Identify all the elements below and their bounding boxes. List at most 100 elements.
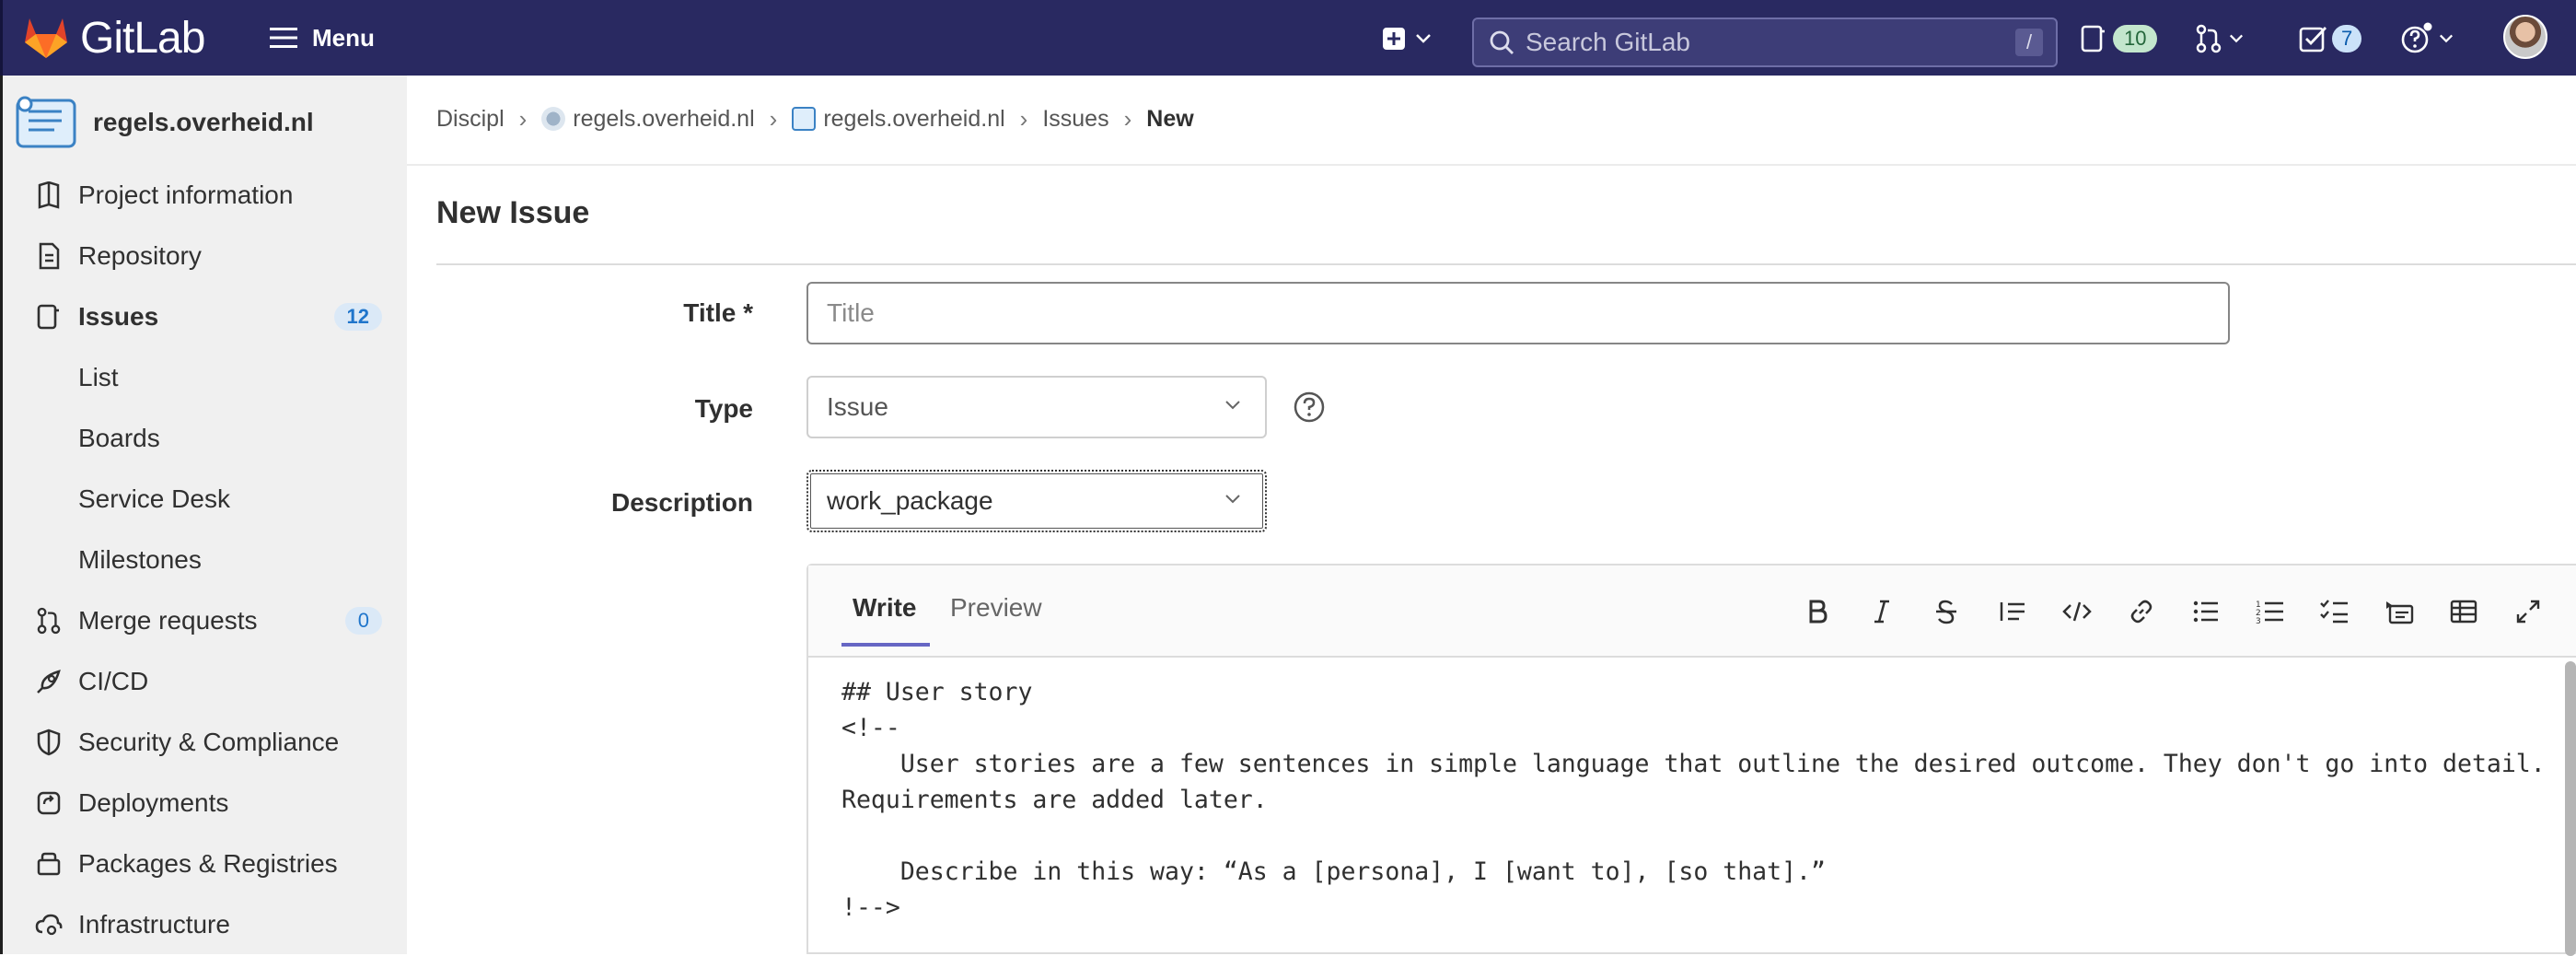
italic-button[interactable] <box>1863 593 1900 630</box>
plus-square-icon <box>1383 28 1405 50</box>
issues-count-badge: 10 <box>2113 25 2158 52</box>
chevron-down-icon <box>1416 34 1431 43</box>
menu-button[interactable]: Menu <box>270 18 375 57</box>
shield-icon <box>32 726 65 759</box>
project-name: regels.overheid.nl <box>93 108 314 136</box>
sidebar-item-issues[interactable]: Issues 12 <box>32 293 382 341</box>
type-help-button[interactable] <box>1293 391 1326 428</box>
sidebar-item-label: Boards <box>78 424 160 452</box>
strikethrough-icon <box>1936 600 1956 624</box>
strikethrough-button[interactable] <box>1928 593 1965 630</box>
fullscreen-button[interactable] <box>2510 593 2547 630</box>
issues-icon <box>32 300 65 333</box>
sidebar-item-project-information[interactable]: Project information <box>32 171 382 219</box>
sidebar-item-milestones[interactable]: Milestones <box>78 536 382 584</box>
gitlab-wordmark: GitLab <box>80 13 205 63</box>
todo-checkbox-icon <box>2299 27 2327 52</box>
project-avatar-icon <box>792 107 817 131</box>
sidebar-item-label: Packages & Registries <box>78 849 338 878</box>
divider <box>436 263 2576 265</box>
sidebar-item-label: Security & Compliance <box>78 728 340 756</box>
sidebar-item-label: Service Desk <box>78 484 230 513</box>
chevron-down-icon <box>1225 495 1240 504</box>
fullscreen-icon <box>2516 600 2540 624</box>
breadcrumb-item-group[interactable]: Discipl <box>436 106 505 133</box>
sidebar-item-list[interactable]: List <box>78 354 382 402</box>
numbered-list-icon: 123 <box>2256 600 2283 624</box>
svg-text:3: 3 <box>2256 617 2261 624</box>
sidebar-item-label: CI/CD <box>78 667 149 695</box>
bulleted-list-icon <box>2193 600 2218 623</box>
breadcrumb-item-current: New <box>1146 105 1194 132</box>
link-icon <box>2130 600 2152 624</box>
sidebar-item-label: Issues <box>78 302 159 331</box>
user-avatar[interactable] <box>2503 15 2547 59</box>
description-template-select[interactable]: work_package <box>806 470 1267 532</box>
title-input[interactable] <box>806 282 2230 344</box>
chevron-down-icon <box>1225 401 1240 410</box>
project-avatar-icon <box>16 96 76 148</box>
divider <box>407 164 2576 166</box>
breadcrumb: Discipl › regels.overheid.nl › regels.ov… <box>436 99 1194 138</box>
page-title: New Issue <box>436 195 590 230</box>
description-label: Description <box>610 488 753 517</box>
merge-request-icon <box>2196 24 2222 53</box>
link-button[interactable] <box>2123 593 2160 630</box>
repository-icon <box>32 239 65 273</box>
table-button[interactable] <box>2445 593 2482 630</box>
todos-nav-button[interactable]: 7 <box>2299 20 2362 57</box>
type-label: Type <box>694 394 753 423</box>
collapsible-section-button[interactable] <box>2381 593 2418 630</box>
numbered-list-button[interactable]: 123 <box>2252 593 2289 630</box>
gitlab-logo[interactable]: GitLab <box>23 11 205 64</box>
sidebar-item-ci-cd[interactable]: CI/CD <box>32 658 382 705</box>
issues-nav-button[interactable]: 10 <box>2080 20 2158 57</box>
help-nav-button[interactable] <box>2400 18 2454 59</box>
sidebar-item-repository[interactable]: Repository <box>32 232 382 280</box>
hamburger-icon <box>270 28 297 48</box>
sidebar-item-merge-requests[interactable]: Merge requests 0 <box>32 597 382 645</box>
breadcrumb-item-project[interactable]: regels.overheid.nl <box>823 106 1004 133</box>
chevron-right-icon: › <box>1019 104 1028 133</box>
description-textarea[interactable]: ## User story <!-- User stories are a fe… <box>841 674 2554 926</box>
create-new-button[interactable] <box>1382 20 1432 57</box>
chevron-down-icon <box>2439 34 2454 43</box>
todos-count-badge: 7 <box>2332 25 2362 52</box>
sidebar-item-infrastructure[interactable]: Infrastructure <box>32 901 382 949</box>
tab-write[interactable]: Write <box>841 593 929 647</box>
search-input[interactable]: Search GitLab / <box>1472 17 2058 67</box>
quote-button[interactable] <box>1994 593 2031 630</box>
template-select-value: work_package <box>827 486 993 515</box>
title-label: Title * <box>683 298 753 327</box>
chevron-right-icon: › <box>518 104 528 133</box>
subgroup-avatar-icon <box>541 107 566 131</box>
chevron-right-icon: › <box>769 104 778 133</box>
tab-preview[interactable]: Preview <box>950 593 1042 623</box>
code-button[interactable] <box>2059 593 2095 630</box>
cloud-gear-icon <box>32 908 65 941</box>
breadcrumb-item-subgroup[interactable]: regels.overheid.nl <box>573 106 754 133</box>
task-list-button[interactable] <box>2316 593 2353 630</box>
sidebar-item-service-desk[interactable]: Service Desk <box>78 475 382 523</box>
type-select[interactable]: Issue <box>806 376 1267 438</box>
sidebar-item-label: Deployments <box>78 788 229 817</box>
sidebar-item-deployments[interactable]: Deployments <box>32 779 382 827</box>
menu-label: Menu <box>312 23 375 52</box>
task-list-icon <box>2320 600 2348 624</box>
bulleted-list-button[interactable] <box>2187 593 2224 630</box>
editor-scrollbar[interactable] <box>2565 661 2576 956</box>
sidebar: regels.overheid.nl Project information R… <box>0 76 407 954</box>
sidebar-item-packages-registries[interactable]: Packages & Registries <box>32 840 382 888</box>
issues-icon <box>2081 25 2105 52</box>
editor-toolbar: Write Preview 123 <box>808 565 2576 658</box>
chevron-right-icon: › <box>1123 104 1132 133</box>
sidebar-item-security-compliance[interactable]: Security & Compliance <box>32 718 382 766</box>
project-header[interactable]: regels.overheid.nl <box>16 90 314 155</box>
merge-requests-nav-button[interactable] <box>2196 20 2244 57</box>
rocket-icon <box>32 665 65 698</box>
sidebar-item-boards[interactable]: Boards <box>78 414 382 462</box>
sidebar-item-label: Milestones <box>78 545 202 574</box>
help-icon <box>2401 22 2432 53</box>
bold-button[interactable] <box>1799 593 1836 630</box>
breadcrumb-item-issues[interactable]: Issues <box>1042 106 1108 133</box>
